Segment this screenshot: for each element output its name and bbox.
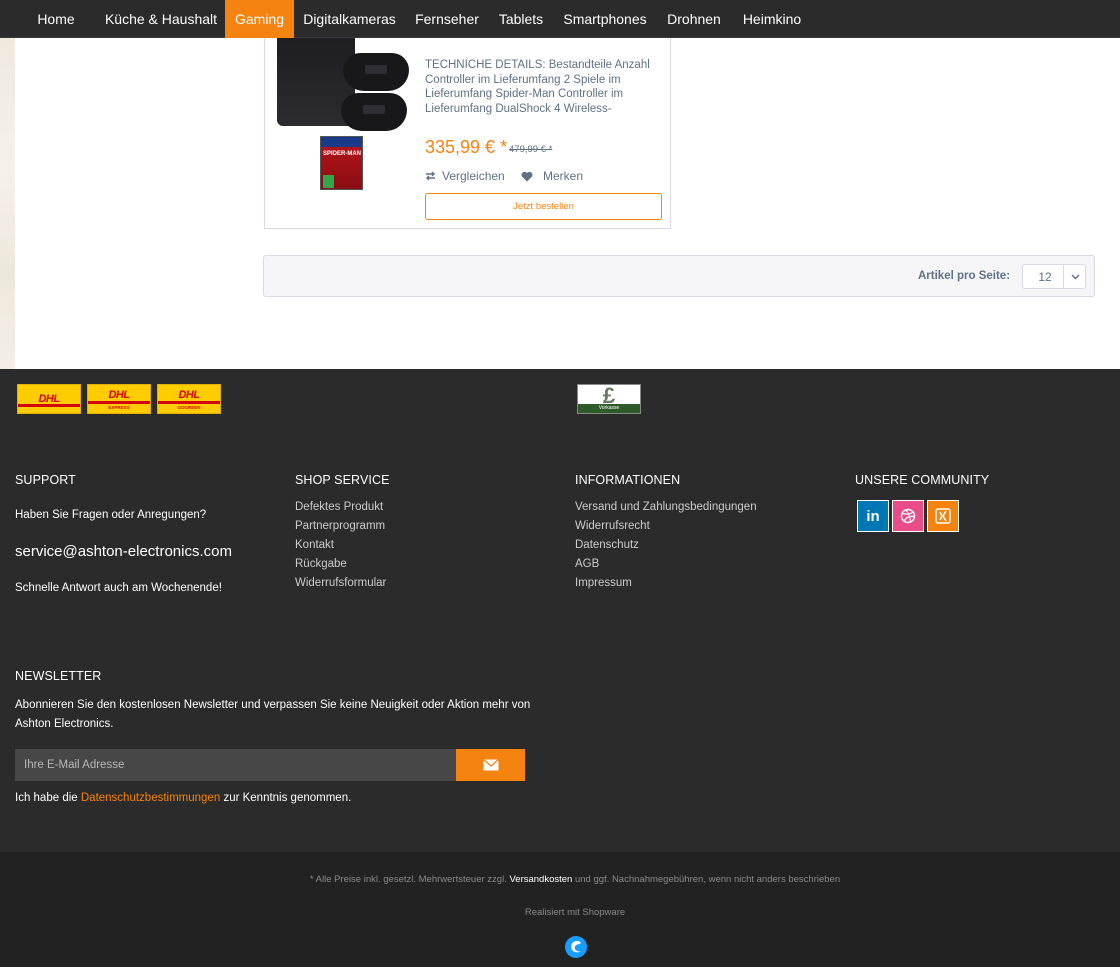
- newsletter-heading: NEWSLETTER: [15, 669, 102, 683]
- newsletter-submit-button[interactable]: [456, 749, 525, 781]
- support-note: Schnelle Antwort auch am Wochenende!: [15, 582, 222, 594]
- envelope-icon: [482, 759, 499, 771]
- footer-link-widerrufsrecht[interactable]: Widerrufsrecht: [575, 520, 650, 532]
- nav-item-tablets[interactable]: Tablets: [490, 0, 552, 38]
- newsletter-text: Abonnieren Sie den kostenlosen Newslette…: [15, 699, 531, 730]
- footer-link-impressum[interactable]: Impressum: [575, 577, 632, 589]
- shopware-logo-icon[interactable]: [564, 935, 588, 964]
- nav-item-drohnen[interactable]: Drohnen: [660, 0, 728, 38]
- product-description: TECHNICHE DETAILS: Bestandteile Anzahl C…: [425, 59, 650, 115]
- price-note-prefix: * Alle Preise inkl. gesetzl. Mehrwertste…: [309, 874, 507, 885]
- product-image[interactable]: [277, 38, 409, 133]
- privacy-notice: Ich habe die Datenschutzbestimmungen zur…: [15, 792, 351, 804]
- footer-link-kontakt[interactable]: Kontakt: [295, 539, 334, 551]
- dhl-express-logo: DHL EXPRESS: [87, 384, 151, 414]
- product-old-price: 479,99 € *: [509, 144, 553, 155]
- dhl-logo: DHL: [17, 384, 81, 414]
- dribbble-icon[interactable]: [892, 500, 924, 532]
- game-cover-title: SPIDER-MAN: [323, 151, 362, 157]
- footer-link-widerrufsformular[interactable]: Widerrufsformular: [295, 577, 386, 589]
- informationen-heading: INFORMATIONEN: [575, 473, 681, 487]
- price-note-suffix: und ggf. Nachnahmegebühren, wenn nicht a…: [574, 874, 841, 885]
- vorkasse-logo: £ Vorkasse: [577, 383, 641, 414]
- content-area: SPIDER-MAN TECHNICHE DETAILS: Bestandtei…: [0, 38, 1120, 369]
- support-email[interactable]: service@ashton-electronics.com: [15, 543, 232, 560]
- dhl-gogreen-logo: DHL GOGREEN: [157, 384, 221, 414]
- background-image-strip: [0, 38, 15, 369]
- per-page-value: 12: [1038, 270, 1052, 284]
- nav-item-home[interactable]: Home: [28, 0, 84, 38]
- main-navigation: Home Küche & Haushalt Gaming Digitalkame…: [0, 0, 1120, 38]
- support-question: Haben Sie Fragen oder Anregungen?: [15, 509, 207, 521]
- newsletter-email-input[interactable]: Ihre E-Mail Adresse: [15, 749, 456, 781]
- controller-image: [341, 93, 407, 131]
- nav-item-heimkino[interactable]: Heimkino: [734, 0, 810, 38]
- buy-now-button[interactable]: Jetzt bestellen: [425, 193, 662, 220]
- shop-service-heading: SHOP SERVICE: [295, 473, 390, 487]
- community-heading: UNSERE COMMUNITY: [855, 473, 990, 487]
- chevron-down-icon: [1063, 265, 1086, 288]
- product-price: 335,99 € *: [425, 137, 508, 157]
- privacy-link[interactable]: Datenschutzbestimmungen: [81, 792, 220, 804]
- nav-item-digitalkameras[interactable]: Digitalkameras: [296, 0, 403, 38]
- game-cover-image: SPIDER-MAN: [320, 136, 363, 190]
- compare-button[interactable]: Vergleichen: [425, 169, 505, 183]
- heart-icon: [521, 171, 533, 181]
- footer-link-rueckgabe[interactable]: Rückgabe: [295, 558, 347, 570]
- footer-link-versand[interactable]: Versand und Zahlungsbedingungen: [575, 501, 757, 513]
- footer-link-partnerprogramm[interactable]: Partnerprogramm: [295, 520, 385, 532]
- pagination-bar: Artikel pro Seite: 12: [263, 255, 1095, 297]
- support-heading: SUPPORT: [15, 473, 76, 487]
- wishlist-label: Merken: [543, 169, 584, 183]
- footer-link-datenschutz[interactable]: Datenschutz: [575, 539, 639, 551]
- controller-image: [343, 53, 409, 91]
- nav-item-kueche-haushalt[interactable]: Küche & Haushalt: [97, 0, 225, 38]
- linkedin-icon[interactable]: in: [857, 500, 889, 532]
- per-page-label: Artikel pro Seite:: [918, 270, 1011, 282]
- nav-item-gaming[interactable]: Gaming: [225, 0, 294, 38]
- footer-bottom: * Alle Preise inkl. gesetzl. Mehrwertste…: [0, 852, 1120, 967]
- price-note: * Alle Preise inkl. gesetzl. Mehrwertste…: [0, 874, 1120, 885]
- privacy-prefix: Ich habe die: [15, 792, 78, 804]
- per-page-select[interactable]: 12: [1022, 264, 1086, 289]
- nav-item-smartphones[interactable]: Smartphones: [556, 0, 654, 38]
- footer-link-defektes-produkt[interactable]: Defektes Produkt: [295, 501, 383, 513]
- product-box: SPIDER-MAN TECHNICHE DETAILS: Bestandtei…: [264, 38, 671, 229]
- compare-label: Vergleichen: [442, 169, 505, 183]
- xing-icon[interactable]: [927, 500, 959, 532]
- privacy-suffix: zur Kenntnis genommen.: [223, 792, 352, 804]
- shipping-costs-link[interactable]: Versandkosten: [509, 874, 572, 885]
- nav-item-fernseher[interactable]: Fernseher: [408, 0, 486, 38]
- compare-icon: [426, 171, 435, 181]
- wishlist-button[interactable]: Merken: [521, 169, 583, 183]
- realized-with-text: Realisiert mit Shopware: [524, 907, 626, 918]
- footer-link-agb[interactable]: AGB: [575, 558, 599, 570]
